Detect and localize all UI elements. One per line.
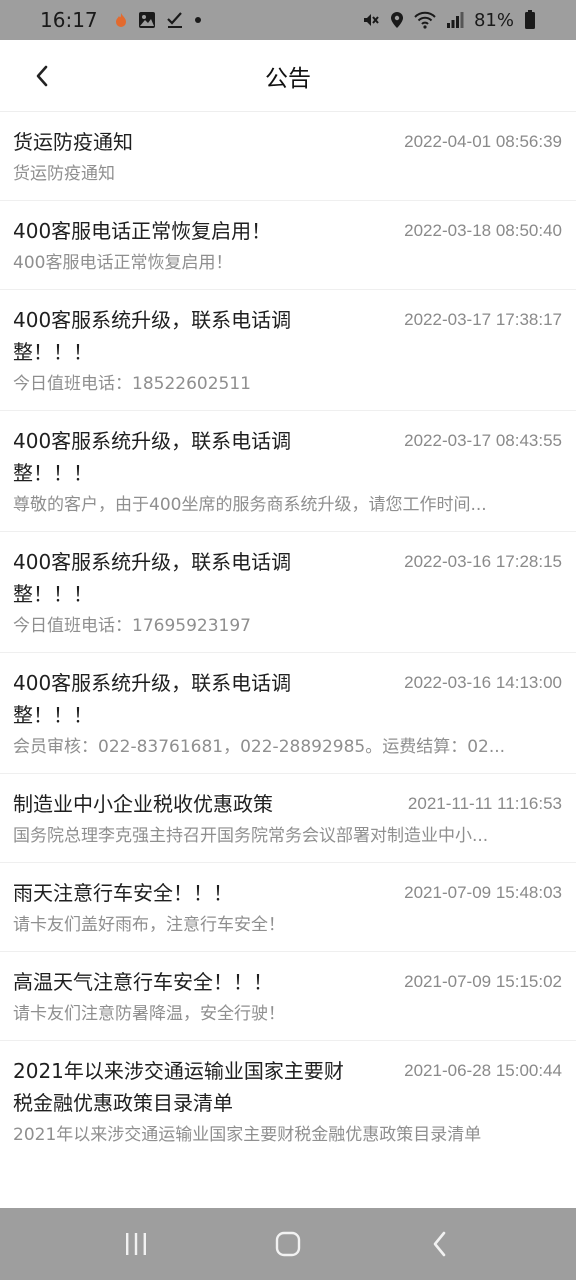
battery-icon (524, 10, 536, 30)
status-left: 16:17 (40, 8, 202, 32)
status-right: 81% (362, 10, 536, 31)
notice-time: 2021-11-11 11:16:53 (407, 794, 562, 813)
notice-desc: 请卡友们注意防暑降温，安全行驶！ (13, 1004, 285, 1024)
recents-icon (126, 1233, 146, 1255)
notice-time: 2022-03-17 17:38:17 (404, 310, 562, 329)
notice-item[interactable]: 400客服系统升级，联系电话调整！！！ 2022-03-16 17:28:15 … (0, 532, 576, 653)
notice-title: 制造业中小企业税收优惠政策 (13, 792, 273, 816)
notice-item[interactable]: 雨天注意行车安全！！！ 2021-07-09 15:48:03 请卡友们盖好雨布… (0, 863, 576, 952)
back-button[interactable] (22, 56, 62, 96)
notice-title: 400客服系统升级，联系电话调整！！！ (13, 671, 292, 727)
notice-title: 高温天气注意行车安全！！！ (13, 970, 273, 994)
notice-title: 2021年以来涉交通运输业国家主要财税金融优惠政策目录清单 (13, 1059, 344, 1115)
wifi-icon (414, 11, 436, 29)
status-bar: 16:17 81% (0, 0, 576, 40)
notice-desc: 今日值班电话：17695923197 (13, 616, 251, 636)
page-title: 公告 (265, 65, 311, 92)
notice-title: 400客服电话正常恢复启用！ (13, 219, 272, 243)
check-icon (166, 11, 184, 29)
notice-time: 2022-04-01 08:56:39 (404, 132, 562, 151)
dot-icon (194, 16, 202, 24)
app-header: 公告 (0, 40, 576, 112)
notice-desc: 会员审核：022-83761681，022-28892985。运费结算：02..… (13, 737, 506, 757)
notice-item[interactable]: 货运防疫通知 2022-04-01 08:56:39 货运防疫通知 (0, 112, 576, 201)
notice-time: 2021-06-28 15:00:44 (404, 1061, 562, 1080)
image-icon (138, 11, 156, 29)
battery-percent: 81% (473, 9, 514, 31)
flame-icon (114, 12, 128, 28)
notice-title: 400客服系统升级，联系电话调整！！！ (13, 550, 292, 606)
notice-time: 2021-07-09 15:15:02 (404, 972, 562, 991)
mute-icon (362, 11, 380, 29)
notice-time: 2022-03-16 14:13:00 (404, 673, 562, 692)
status-time: 16:17 (40, 8, 98, 32)
notice-item[interactable]: 400客服电话正常恢复启用！ 2022-03-18 08:50:40 400客服… (0, 201, 576, 290)
notice-time: 2022-03-18 08:50:40 (404, 221, 562, 240)
notice-list: 货运防疫通知 2022-04-01 08:56:39 货运防疫通知 400客服电… (0, 112, 576, 1161)
notice-time: 2022-03-16 17:28:15 (404, 552, 562, 571)
notice-time: 2022-03-17 08:43:55 (404, 431, 562, 450)
notice-desc: 400客服电话正常恢复启用！ (13, 253, 233, 273)
notice-desc: 尊敬的客户，由于400坐席的服务商系统升级，请您工作时间... (13, 495, 487, 515)
notice-desc: 货运防疫通知 (13, 164, 115, 184)
notice-desc: 今日值班电话：18522602511 (13, 374, 251, 394)
notice-item[interactable]: 400客服系统升级，联系电话调整！！！ 2022-03-17 08:43:55 … (0, 411, 576, 532)
system-nav-bar (0, 1208, 576, 1280)
location-icon (390, 11, 404, 29)
notice-desc: 国务院总理李克强主持召开国务院常务会议部署对制造业中小... (13, 826, 489, 846)
notice-item[interactable]: 高温天气注意行车安全！！！ 2021-07-09 15:15:02 请卡友们注意… (0, 952, 576, 1041)
notice-title: 400客服系统升级，联系电话调整！！！ (13, 429, 292, 485)
home-button[interactable] (258, 1214, 318, 1274)
notice-desc: 2021年以来涉交通运输业国家主要财税金融优惠政策目录清单 (13, 1125, 482, 1145)
recents-button[interactable] (106, 1214, 166, 1274)
notice-title: 400客服系统升级，联系电话调整！！！ (13, 308, 292, 364)
chevron-left-icon (36, 65, 48, 87)
notice-item[interactable]: 制造业中小企业税收优惠政策 2021-11-11 11:16:53 国务院总理李… (0, 774, 576, 863)
notice-item[interactable]: 400客服系统升级，联系电话调整！！！ 2022-03-16 14:13:00 … (0, 653, 576, 774)
home-icon (275, 1231, 301, 1257)
notice-title: 雨天注意行车安全！！！ (13, 881, 233, 905)
back-nav-button[interactable] (410, 1214, 470, 1274)
notice-item[interactable]: 2021年以来涉交通运输业国家主要财税金融优惠政策目录清单 2021-06-28… (0, 1041, 576, 1161)
signal-icon (446, 11, 464, 29)
notice-title: 货运防疫通知 (13, 130, 133, 154)
notice-desc: 请卡友们盖好雨布，注意行车安全！ (13, 915, 285, 935)
notice-time: 2021-07-09 15:48:03 (404, 883, 562, 902)
back-nav-icon (433, 1231, 446, 1257)
notice-item[interactable]: 400客服系统升级，联系电话调整！！！ 2022-03-17 17:38:17 … (0, 290, 576, 411)
